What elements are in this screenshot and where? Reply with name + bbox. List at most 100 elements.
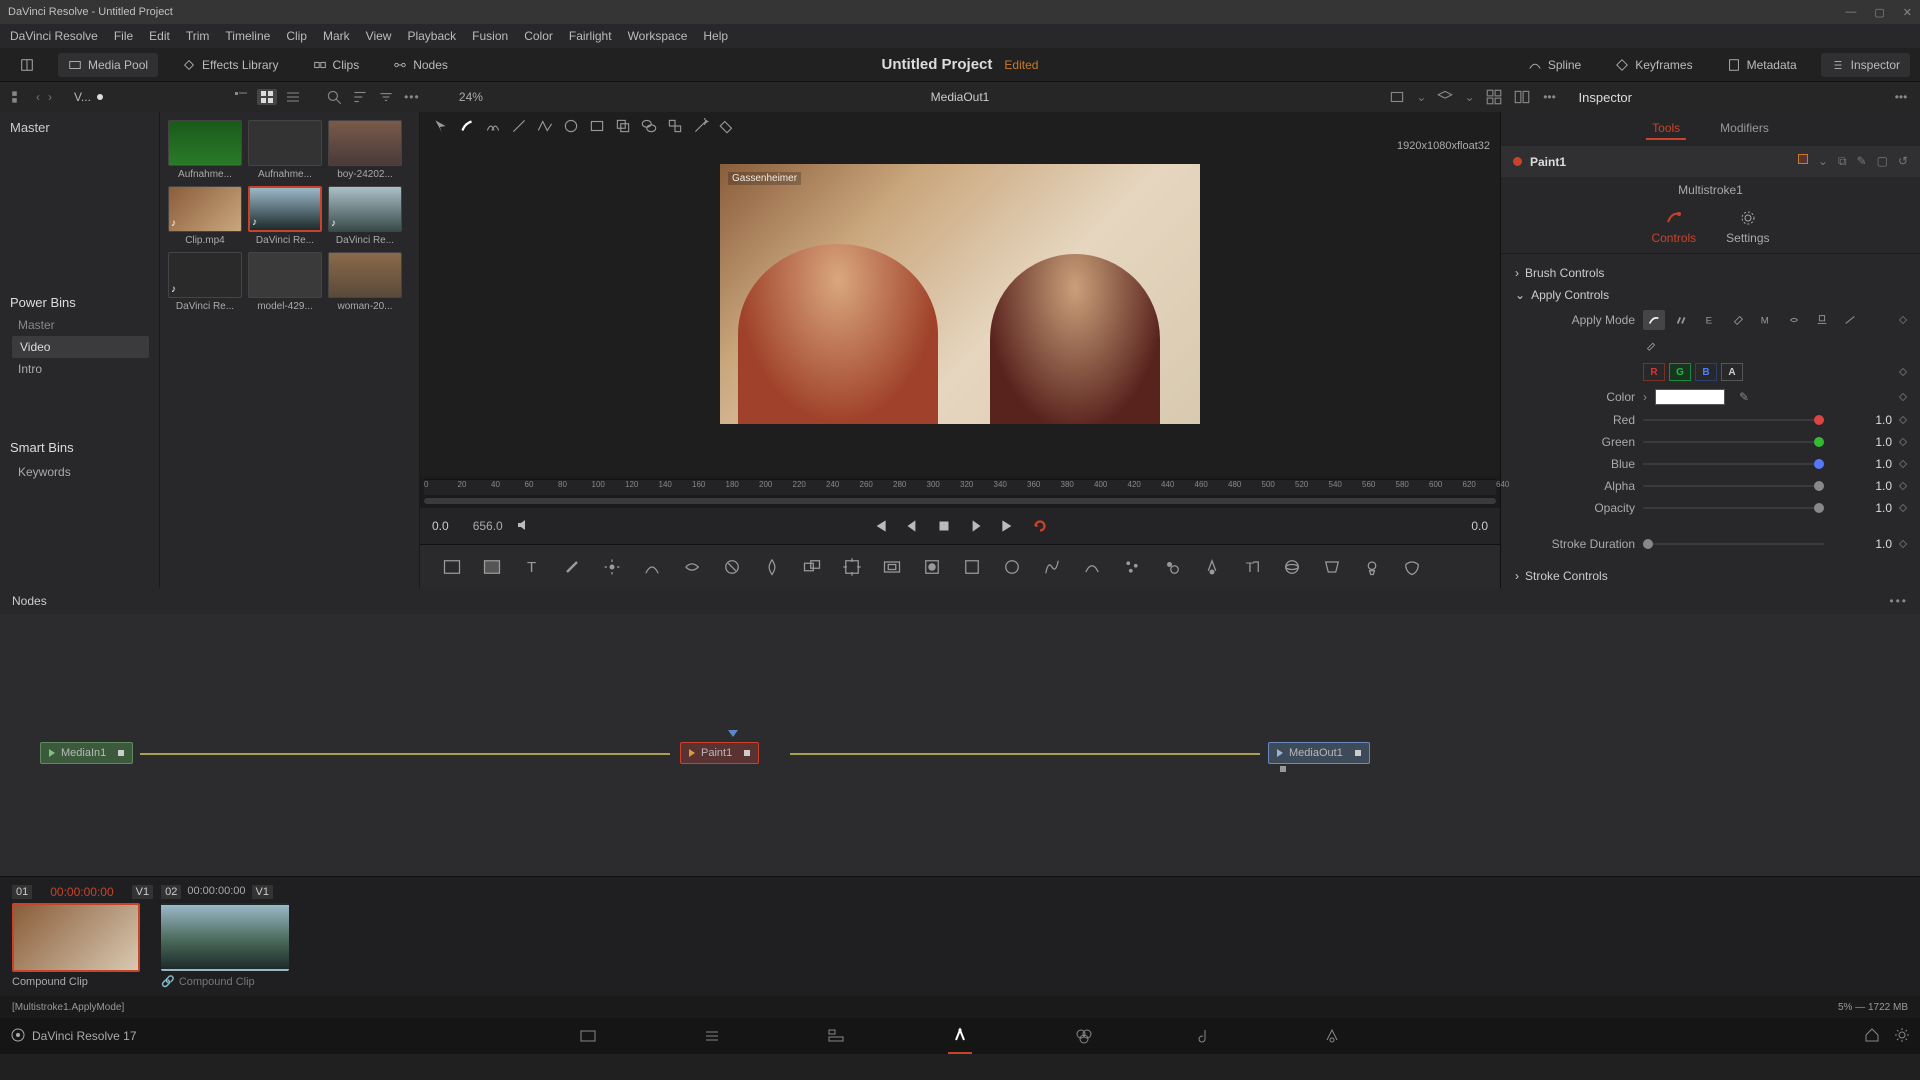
opacity-value[interactable]: 1.0 <box>1832 501 1892 515</box>
in-port-icon[interactable] <box>1277 749 1283 757</box>
reset-icon[interactable]: ↺ <box>1898 154 1908 169</box>
polyline-tool-icon[interactable] <box>536 117 554 135</box>
blue-value[interactable]: 1.0 <box>1832 457 1892 471</box>
menu-trim[interactable]: Trim <box>186 29 210 43</box>
grid-icon[interactable] <box>1485 88 1503 106</box>
prender-icon[interactable] <box>1162 557 1182 577</box>
ellipse-mask-icon[interactable] <box>1002 557 1022 577</box>
settings-gear-icon[interactable] <box>1894 1027 1910 1046</box>
alpha-value[interactable]: 1.0 <box>1832 479 1892 493</box>
node-enable-dot[interactable] <box>1513 157 1522 166</box>
spline-button[interactable]: Spline <box>1518 53 1591 77</box>
master-bin[interactable]: Master <box>10 120 149 135</box>
menu-fusion[interactable]: Fusion <box>472 29 508 43</box>
maximize-icon[interactable]: ▢ <box>1874 6 1884 19</box>
blur-icon[interactable] <box>682 557 702 577</box>
brightness-icon[interactable] <box>762 557 782 577</box>
effects-library-button[interactable]: Effects Library <box>172 53 288 77</box>
chevron-down-icon[interactable]: ⌄ <box>1818 154 1828 169</box>
mode-emboss-icon[interactable]: E <box>1699 310 1721 330</box>
nodes-button[interactable]: Nodes <box>383 53 458 77</box>
multistroke-icon[interactable] <box>484 117 502 135</box>
red-value[interactable]: 1.0 <box>1832 413 1892 427</box>
media-thumbnail[interactable]: ♪DaVinci Re... <box>248 186 322 246</box>
bin-video[interactable]: Video <box>12 336 149 358</box>
more-icon[interactable]: ••• <box>403 88 421 106</box>
minimize-icon[interactable]: — <box>1845 6 1856 19</box>
line-tool-icon[interactable] <box>510 117 528 135</box>
menu-clip[interactable]: Clip <box>286 29 307 43</box>
layout-icon[interactable] <box>10 53 44 77</box>
mode-erase-icon[interactable] <box>1727 310 1749 330</box>
mode-stamp-icon[interactable] <box>1811 310 1833 330</box>
paint-icon[interactable] <box>562 557 582 577</box>
channel-r[interactable]: R <box>1643 363 1665 381</box>
close-icon[interactable]: ✕ <box>1903 6 1912 19</box>
merge-icon[interactable] <box>802 557 822 577</box>
out-port-icon[interactable] <box>118 750 124 756</box>
arrow-tool-icon[interactable] <box>432 117 450 135</box>
bin-keywords[interactable]: Keywords <box>10 461 149 483</box>
search-icon[interactable] <box>325 88 343 106</box>
clip-2[interactable]: 02 00:00:00:00 V1 🔗Compound Clip <box>161 885 289 988</box>
menu-timeline[interactable]: Timeline <box>225 29 270 43</box>
page-cut-icon[interactable] <box>700 1024 724 1048</box>
copy-ellipse-icon[interactable] <box>640 117 658 135</box>
media-thumbnail[interactable]: woman-20... <box>328 252 402 312</box>
keyframe-icon[interactable] <box>1899 316 1907 324</box>
keyframe-icon[interactable] <box>1899 460 1907 468</box>
menu-playback[interactable]: Playback <box>407 29 456 43</box>
filter-icon[interactable] <box>377 88 395 106</box>
media-thumbnail[interactable]: ♪DaVinci Re... <box>328 186 402 246</box>
keyframe-icon[interactable] <box>1899 393 1907 401</box>
bspline-icon[interactable] <box>1082 557 1102 577</box>
time-ruler[interactable]: 0204060801001201401601802002202402602803… <box>420 476 1500 498</box>
chevron-right-icon[interactable]: › <box>1643 390 1647 404</box>
clip-thumbnail[interactable] <box>161 903 289 971</box>
copy-rect-icon[interactable] <box>614 117 632 135</box>
alpha-slider[interactable] <box>1643 485 1824 487</box>
chevron-down-icon[interactable]: ⌄ <box>1464 90 1474 104</box>
menu-workspace[interactable]: Workspace <box>628 29 688 43</box>
keyframe-icon[interactable] <box>1899 540 1907 548</box>
green-value[interactable]: 1.0 <box>1832 435 1892 449</box>
menu-mark[interactable]: Mark <box>323 29 350 43</box>
clips-button[interactable]: Clips <box>303 53 370 77</box>
polygon-mask-icon[interactable] <box>1042 557 1062 577</box>
fill-icon[interactable] <box>718 117 736 135</box>
resize-icon[interactable] <box>882 557 902 577</box>
inspector-more-icon[interactable]: ••• <box>1892 88 1910 106</box>
red-slider[interactable] <box>1643 419 1824 421</box>
mode-eyedropper-icon[interactable] <box>1643 338 1659 355</box>
menu-help[interactable]: Help <box>703 29 728 43</box>
menu-fairlight[interactable]: Fairlight <box>569 29 612 43</box>
bin-intro[interactable]: Intro <box>10 358 149 380</box>
channel-g[interactable]: G <box>1669 363 1691 381</box>
power-bins-header[interactable]: Power Bins <box>10 295 149 310</box>
tab-tools[interactable]: Tools <box>1646 118 1686 140</box>
home-icon[interactable] <box>1864 1027 1880 1046</box>
stop-icon[interactable] <box>935 517 953 535</box>
view-dot[interactable] <box>1280 766 1286 772</box>
colorcorrect-icon[interactable] <box>722 557 742 577</box>
goto-start-icon[interactable] <box>871 517 889 535</box>
light-icon[interactable] <box>1362 557 1382 577</box>
node-paint1[interactable]: Paint1 <box>680 742 759 764</box>
lock-icon[interactable]: ▢ <box>1877 154 1888 169</box>
media-thumbnail[interactable]: Aufnahme... <box>248 120 322 180</box>
color-swatch[interactable] <box>1655 389 1725 405</box>
page-fusion-icon[interactable] <box>948 1024 972 1048</box>
view-list-icon[interactable] <box>283 89 303 105</box>
viewer-canvas[interactable]: Gassenheimer <box>720 164 1200 424</box>
mode-merge-icon[interactable]: M <box>1755 310 1777 330</box>
nodes-canvas[interactable]: MediaIn1 Paint1 MediaOut1 <box>0 614 1920 876</box>
metadata-button[interactable]: Metadata <box>1717 53 1807 77</box>
layers-icon[interactable] <box>1436 88 1454 106</box>
apply-controls-header[interactable]: ⌄Apply Controls <box>1515 284 1906 306</box>
controls-tab[interactable]: Controls <box>1651 207 1696 245</box>
mode-wire-icon[interactable] <box>1839 310 1861 330</box>
keyframe-icon[interactable] <box>1899 368 1907 376</box>
view-metadata-icon[interactable] <box>231 89 251 105</box>
smart-bins-header[interactable]: Smart Bins <box>10 440 149 455</box>
versions-icon[interactable]: ⧉ <box>1838 154 1847 169</box>
